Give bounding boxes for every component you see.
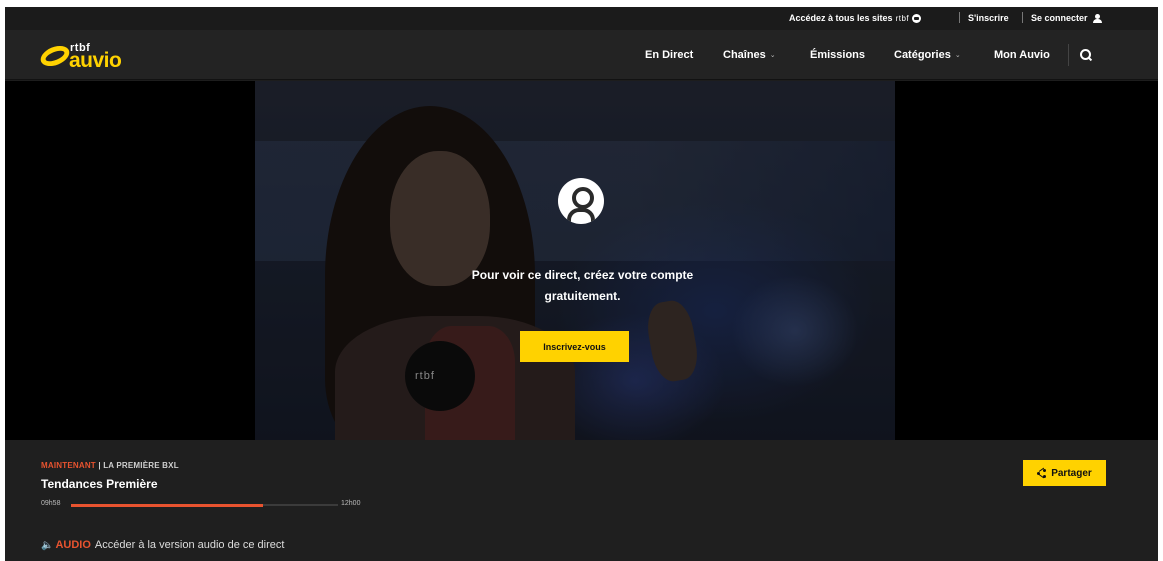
show-title[interactable]: Tendances Première [41, 477, 158, 491]
share-label: Partager [1051, 467, 1092, 479]
nav-label: Catégories [894, 49, 951, 61]
video-player[interactable]: rtbf Pour voir ce direct, créez votre co… [5, 81, 1158, 440]
audio-text: Accéder à la version audio de ce direct [94, 539, 285, 551]
user-circle-icon [558, 178, 604, 224]
search-icon[interactable] [1079, 48, 1093, 62]
audio-version-link[interactable]: 🔈 AUDIO Accéder à la version audio de ce… [41, 539, 284, 551]
progress-track [71, 503, 338, 507]
chevron-down-icon: ⌄ [954, 52, 961, 59]
audio-label: AUDIO [55, 539, 91, 551]
nav-categories[interactable]: Catégories ⌄ [894, 49, 961, 61]
main-header: rtbf auvio En Direct Chaînes ⌄ Émissions… [5, 30, 1158, 80]
nav-divider [1068, 44, 1069, 66]
utility-bar: Accédez à tous les sites rtbf S'inscrire… [5, 7, 1158, 30]
all-sites-link[interactable]: Accédez à tous les sites rtbf [789, 13, 922, 23]
utility-divider [959, 12, 960, 23]
nav-mon-auvio[interactable]: Mon Auvio [994, 49, 1050, 61]
live-info-panel: MAINTENANT | LA PREMIÈRE BXL Tendances P… [5, 440, 1158, 561]
progress-fill [71, 503, 264, 507]
logo-ring-icon [37, 42, 73, 70]
audio-badge: 🔈 AUDIO [41, 539, 91, 551]
rtbf-mini-logo: rtbf [895, 13, 910, 23]
nav-label: Chaînes [723, 49, 766, 61]
login-link[interactable]: Se connecter [1031, 13, 1102, 23]
end-time: 12h00 [341, 500, 361, 507]
video-thumbnail: rtbf [255, 81, 895, 440]
chevron-down-icon: ⌄ [769, 52, 776, 59]
nav-en-direct[interactable]: En Direct [645, 49, 693, 61]
share-button[interactable]: Partager [1023, 460, 1106, 486]
auvio-logo[interactable]: rtbf auvio [37, 41, 140, 72]
start-time: 09h58 [41, 500, 61, 507]
all-sites-label: Accédez à tous les sites [789, 13, 893, 23]
logo-auvio-text: auvio [69, 49, 122, 72]
rtbf-tv-icon [912, 13, 922, 23]
nav-emissions[interactable]: Émissions [810, 49, 865, 61]
user-icon [1092, 13, 1102, 23]
now-playing-line: MAINTENANT | LA PREMIÈRE BXL [41, 461, 179, 470]
signup-prompt: Pour voir ce direct, créez votre compte … [471, 268, 694, 303]
speaker-icon: 🔈 [41, 539, 54, 551]
signup-button[interactable]: Inscrivez-vous [520, 331, 629, 362]
now-label: MAINTENANT [41, 461, 96, 470]
utility-divider [1022, 12, 1023, 23]
login-label: Se connecter [1031, 13, 1088, 23]
share-icon [1037, 468, 1047, 478]
signup-link[interactable]: S'inscrire [968, 13, 1009, 23]
nav-label: Émissions [810, 49, 866, 61]
channel-name[interactable]: | LA PREMIÈRE BXL [98, 461, 178, 470]
app-frame: Accédez à tous les sites rtbf S'inscrire… [5, 7, 1158, 561]
dim-overlay [255, 81, 895, 440]
nav-label: Mon Auvio [994, 49, 1050, 61]
nav-label: En Direct [645, 49, 694, 61]
nav-chaines[interactable]: Chaînes ⌄ [723, 49, 776, 61]
